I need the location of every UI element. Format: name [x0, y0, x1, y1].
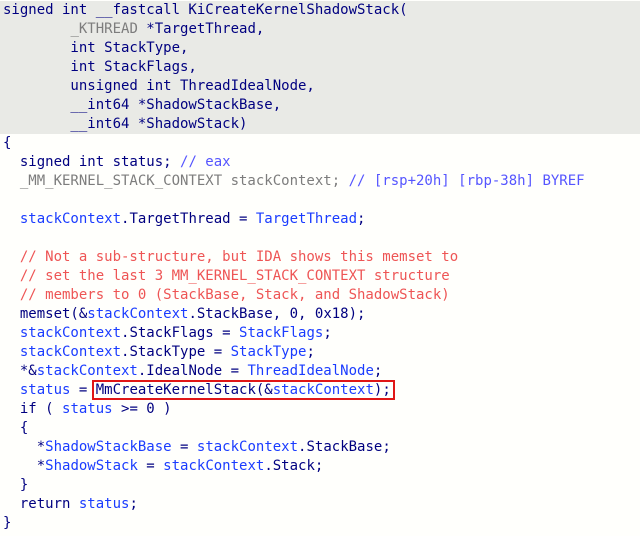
code-token: >= 0 ): [112, 401, 172, 417]
code-token: .Stack;: [264, 458, 324, 474]
code-line[interactable]: // Not a sub-structure, but IDA shows th…: [0, 248, 640, 267]
code-token: // set the last 3 MM_KERNEL_STACK_CONTEX…: [3, 268, 450, 284]
code-token: *&: [3, 363, 37, 379]
code-token: StackType: [230, 344, 307, 360]
highlighted-call-box: MmCreateKernelStack(&stackContext);: [91, 380, 395, 400]
code-line[interactable]: }: [0, 514, 640, 533]
code-token: .TargetThread =: [121, 211, 256, 227]
code-line[interactable]: stackContext.StackFlags = StackFlags;: [0, 324, 640, 343]
code-token: stackContext: [163, 458, 265, 474]
code-line[interactable]: __int64 *ShadowStackBase,: [0, 96, 640, 115]
code-line[interactable]: _MM_KERNEL_STACK_CONTEXT stackContext; /…: [0, 172, 640, 191]
code-token: if (: [3, 401, 63, 417]
code-token: status: [78, 496, 130, 512]
code-token: );: [373, 382, 391, 398]
code-token: *TargetThread,: [137, 21, 265, 37]
code-line[interactable]: int StackFlags,: [0, 58, 640, 77]
code-token: signed int __fastcall KiCreateKernelShad…: [3, 2, 408, 18]
code-line[interactable]: // set the last 3 MM_KERNEL_STACK_CONTEX…: [0, 267, 640, 286]
code-token: ;: [306, 344, 315, 360]
code-token: stackContext: [3, 344, 122, 360]
code-token: int StackType,: [3, 40, 189, 56]
code-line[interactable]: signed int status; // eax: [0, 153, 640, 172]
code-token: ShadowStackBase: [45, 439, 172, 455]
code-token: =: [70, 382, 96, 398]
pseudocode-view: signed int __fastcall KiCreateKernelShad…: [0, 0, 640, 536]
code-line[interactable]: [0, 191, 640, 210]
code-token: return: [3, 496, 79, 512]
code-line[interactable]: if ( status >= 0 ): [0, 400, 640, 419]
code-line[interactable]: unsigned int ThreadIdealNode,: [0, 77, 640, 96]
code-token: {: [3, 135, 12, 151]
code-line[interactable]: {: [0, 419, 640, 438]
code-token: =: [171, 439, 197, 455]
code-token: __int64 *ShadowStackBase,: [3, 97, 282, 113]
code-line[interactable]: stackContext.StackType = StackType;: [0, 343, 640, 362]
code-token: __int64 *ShadowStack): [3, 116, 248, 132]
code-token: // members to 0 (StackBase, Stack, and S…: [3, 287, 450, 303]
code-line[interactable]: return status;: [0, 495, 640, 514]
code-token: stackContext: [196, 439, 299, 455]
code-token: =: [137, 458, 164, 474]
code-token: .IdealNode =: [137, 363, 248, 379]
code-line[interactable]: // members to 0 (StackBase, Stack, and S…: [0, 286, 640, 305]
code-token: ThreadIdealNode: [247, 363, 374, 379]
code-token: _KTHREAD: [70, 21, 138, 37]
code-token: status: [62, 401, 113, 417]
code-token: stackContext: [3, 211, 122, 227]
code-token: signed int status;: [3, 154, 181, 170]
code-token: }: [3, 477, 29, 493]
code-token: StackFlags: [239, 325, 324, 341]
code-line[interactable]: *&stackContext.IdealNode = ThreadIdealNo…: [0, 362, 640, 381]
code-line[interactable]: int StackType,: [0, 39, 640, 58]
code-token: ;: [357, 211, 366, 227]
code-token: stackContext: [87, 306, 189, 322]
code-token: status: [3, 382, 71, 398]
code-line[interactable]: __int64 *ShadowStack): [0, 115, 640, 134]
code-token: unsigned int ThreadIdealNode,: [3, 78, 315, 94]
code-token: .StackType =: [121, 344, 231, 360]
code-token: TargetThread: [255, 211, 358, 227]
code-line[interactable]: status = MmCreateKernelStack(&stackConte…: [0, 380, 640, 400]
code-token: stackContext: [272, 382, 374, 398]
code-token: // [rsp+20h] [rbp-38h] BYREF: [348, 173, 585, 189]
code-token: ;: [323, 325, 332, 341]
code-line[interactable]: stackContext.TargetThread = TargetThread…: [0, 210, 640, 229]
code-token: }: [3, 515, 12, 531]
code-token: .StackBase, 0, 0x18);: [188, 306, 366, 322]
code-line[interactable]: [0, 229, 640, 248]
code-token: *: [3, 458, 46, 474]
code-token: .StackFlags =: [121, 325, 240, 341]
code-token: memset(&: [3, 306, 88, 322]
code-line[interactable]: signed int __fastcall KiCreateKernelShad…: [0, 1, 640, 20]
code-token: // Not a sub-structure, but IDA shows th…: [3, 249, 459, 265]
code-line[interactable]: {: [0, 134, 640, 153]
code-token: stackContext: [3, 325, 122, 341]
code-token: _MM_KERNEL_STACK_CONTEXT stackContext;: [3, 173, 349, 189]
code-token: MmCreateKernelStack(&: [95, 382, 273, 398]
code-token: ;: [129, 496, 138, 512]
code-line[interactable]: *ShadowStack = stackContext.Stack;: [0, 457, 640, 476]
code-token: .StackBase;: [298, 439, 391, 455]
code-token: ;: [373, 363, 383, 379]
code-token: {: [3, 420, 29, 436]
code-token: // eax: [180, 154, 231, 170]
code-token: int StackFlags,: [3, 59, 197, 75]
code-token: stackContext: [36, 363, 138, 379]
code-line[interactable]: *ShadowStackBase = stackContext.StackBas…: [0, 438, 640, 457]
code-token: *: [3, 439, 46, 455]
code-line[interactable]: memset(&stackContext.StackBase, 0, 0x18)…: [0, 305, 640, 324]
code-token: ShadowStack: [45, 458, 138, 474]
code-line[interactable]: _KTHREAD *TargetThread,: [0, 20, 640, 39]
code-line[interactable]: }: [0, 476, 640, 495]
